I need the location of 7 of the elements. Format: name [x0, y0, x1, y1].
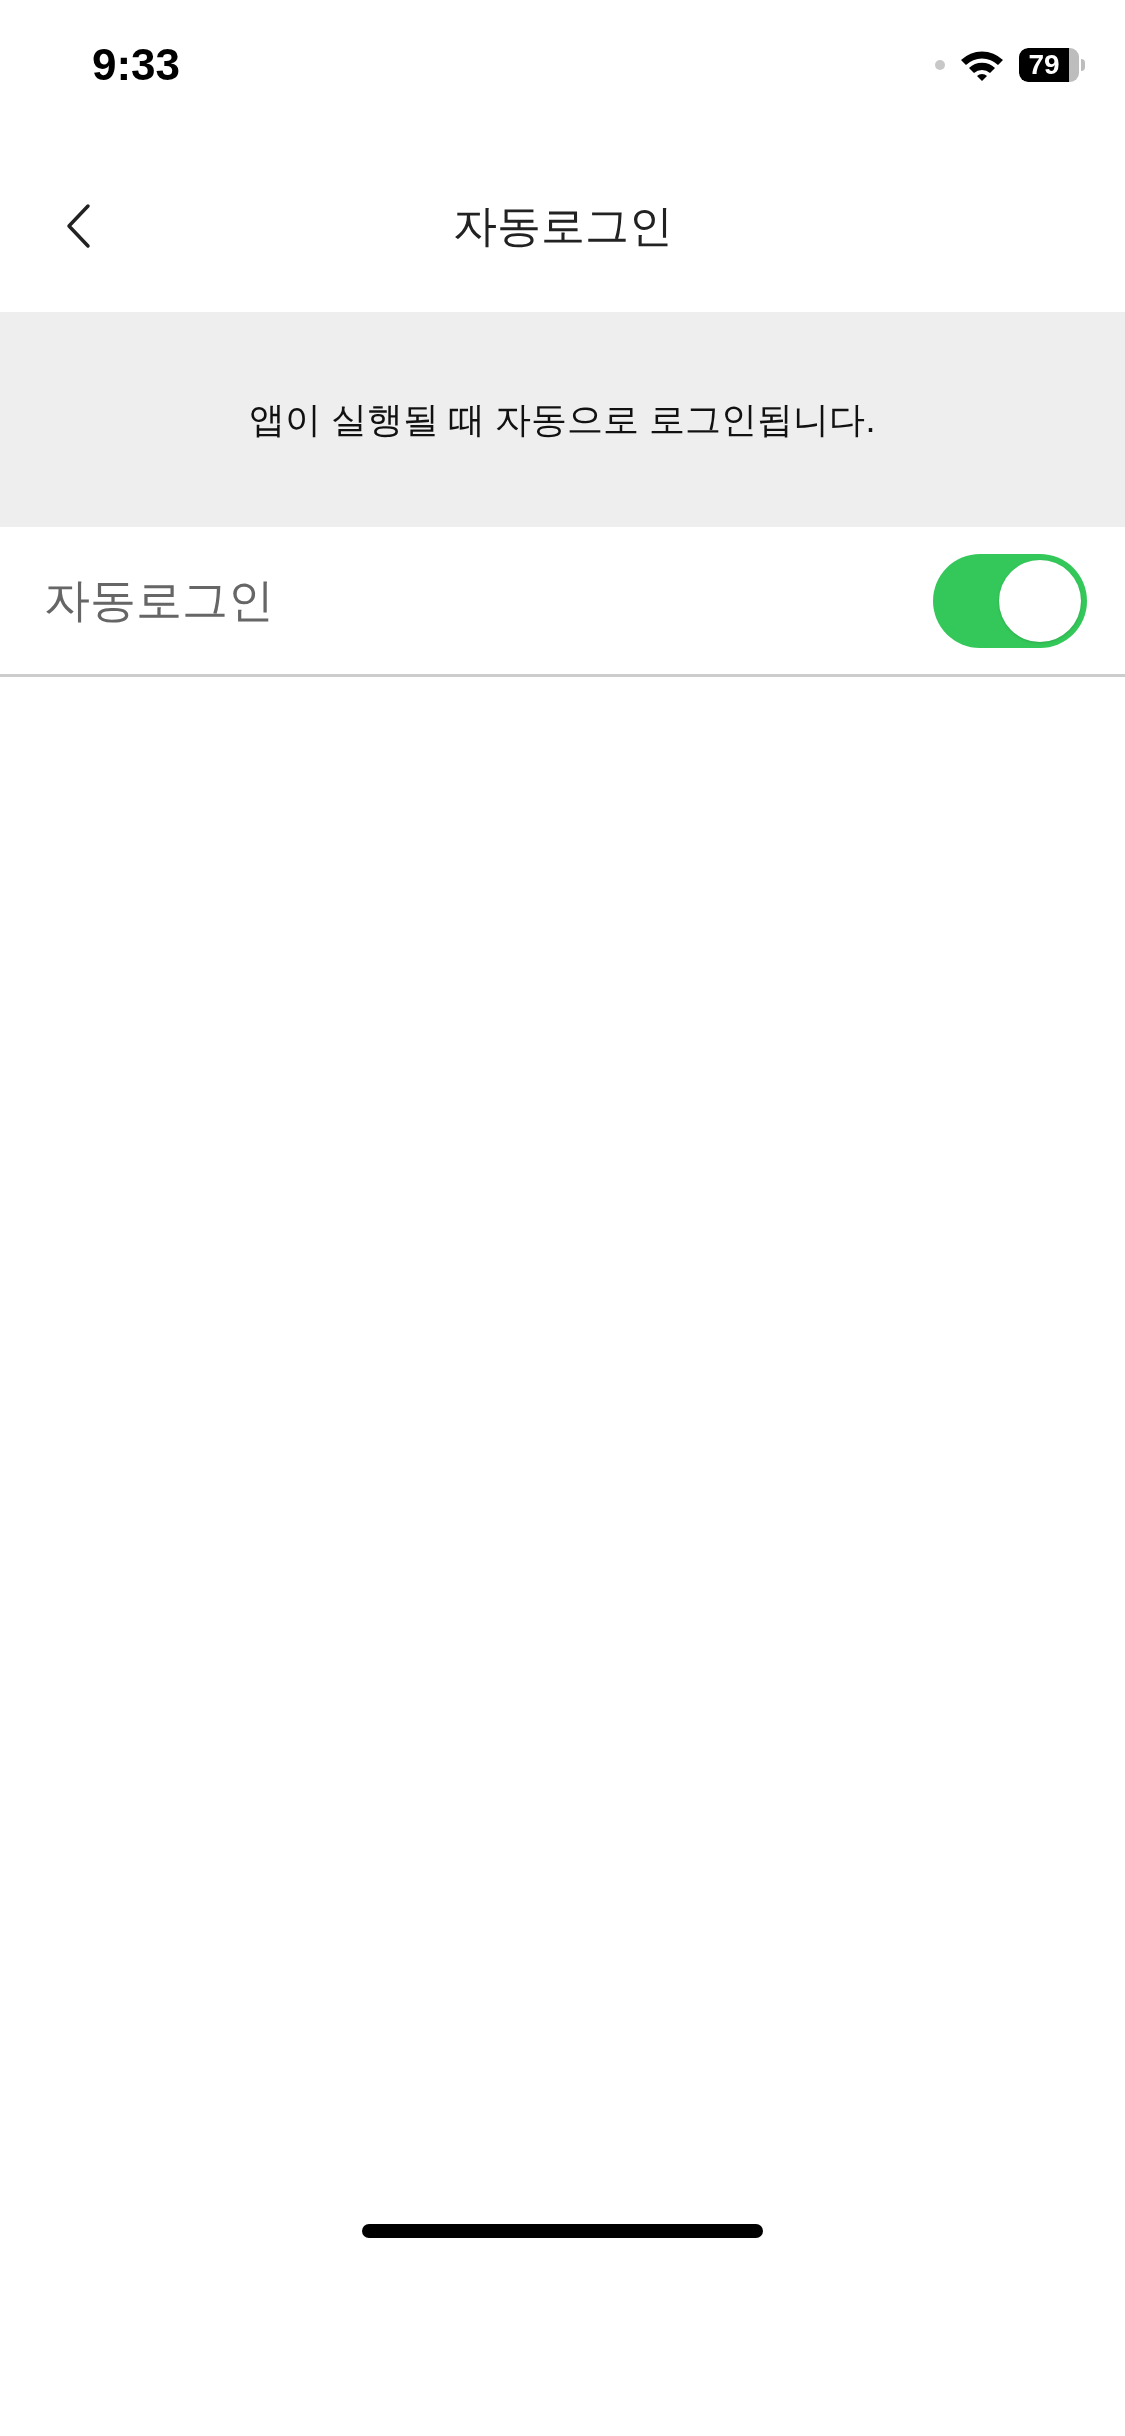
banner-text: 앱이 실행될 때 자동으로 로그인됩니다. — [249, 397, 876, 442]
page-title: 자동로그인 — [452, 200, 673, 252]
signal-dot-icon — [935, 60, 945, 70]
wifi-icon — [959, 48, 1005, 82]
status-time: 9:33 — [92, 39, 181, 91]
setting-label: 자동로그인 — [44, 573, 274, 628]
back-icon — [64, 203, 92, 249]
